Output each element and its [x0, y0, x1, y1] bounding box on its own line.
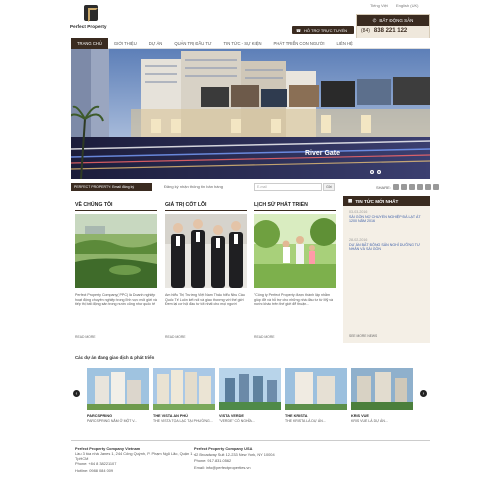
project-desc: "VERDE" CÓ NGHĨA...	[219, 419, 255, 423]
project-name: KRIS VUE	[351, 414, 369, 418]
projects-title: Các dự án đang giao dịch & phát triển	[75, 355, 155, 360]
history-text: "Công ty Perfect Property được thành lập…	[254, 293, 334, 307]
phone-icon: ✆	[372, 17, 377, 23]
divider	[165, 210, 247, 211]
values-text: Am hiểu Thị Trường Việt Nam Thấu hiểu Nh…	[165, 293, 245, 307]
values-image[interactable]	[165, 214, 247, 288]
prev-arrow-icon[interactable]: ‹	[73, 390, 80, 397]
history-title: LỊCH SỬ PHÁT TRIỂN	[254, 202, 308, 208]
banner-pagination	[370, 170, 381, 174]
email-input[interactable]: E-mail	[254, 183, 322, 191]
email-icon[interactable]	[392, 184, 399, 190]
phone-prefix: (84)	[361, 28, 370, 34]
nav-contact[interactable]: LIÊN HỆ	[331, 38, 359, 49]
project-desc: KRIS VUE LÀ DỰ ÁN...	[351, 419, 388, 423]
nav-about[interactable]: GIỚI THIỆU	[108, 38, 143, 49]
project-image[interactable]	[153, 368, 215, 410]
google-plus-icon[interactable]	[416, 184, 423, 190]
news-item[interactable]: 03-03-2016 SÀI GÒN NỢ CHUYỂN NGHIỆP ĐÀ L…	[349, 210, 425, 224]
project-card[interactable]: KRIS VUE KRIS VUE LÀ DỰ ÁN...	[351, 368, 413, 423]
values-title: GIÁ TRỊ CỐT LÕI	[165, 202, 207, 208]
news-icon: ▦	[348, 198, 353, 203]
history-image[interactable]	[254, 214, 336, 288]
facebook-icon[interactable]	[400, 184, 407, 190]
news-title-link[interactable]: SÀI GÒN NỢ CHUYỂN NGHIỆP ĐÀ LẠT ÁT 1200 …	[349, 215, 425, 224]
footer-vietnam: Perfect Property Company Vietnam Lầu 3 t…	[75, 446, 205, 474]
about-readmore-link[interactable]: READ MORE	[75, 335, 96, 339]
project-card[interactable]: THE KRISTA THE KRISTA LÀ DỰ ÁN...	[285, 368, 347, 423]
nav-home[interactable]: TRANG CHỦ	[71, 38, 108, 49]
history-readmore-link[interactable]: READ MORE	[254, 335, 275, 339]
newsletter-bar: PERFECT PROPERTY: Email đăng ký	[71, 183, 152, 191]
contact-phone: (84) 838 221 122	[361, 28, 407, 34]
project-card[interactable]: VISTA VERDE "VERDE" CÓ NGHĨA...	[219, 368, 281, 423]
hero-banner[interactable]	[71, 49, 430, 179]
project-image[interactable]	[219, 368, 281, 410]
project-image[interactable]	[285, 368, 347, 410]
latest-news-panel: ▦ TIN TỨC MỚI NHẤT 03-03-2016 SÀI GÒN NỢ…	[343, 196, 430, 343]
phone-number: 838 221 122	[373, 28, 408, 34]
project-name: PARCSPRING	[87, 414, 113, 418]
latest-news-header: ▦ TIN TỨC MỚI NHẤT	[343, 196, 430, 206]
online-support-button[interactable]: ☎ HỖ TRỢ TRỰC TUYẾN	[292, 26, 354, 34]
footer-company-usa: Perfect Property Company USA	[194, 446, 253, 451]
latest-news-title: TIN TỨC MỚI NHẤT	[355, 198, 399, 204]
share-label: SHARE:	[376, 184, 391, 190]
project-desc: THE KRISTA LÀ DỰ ÁN...	[285, 419, 326, 423]
logo-text: Perfect Property	[70, 24, 107, 29]
news-item[interactable]: 28-02-2016 DỰ ÁN BẤT ĐỘNG SẢN NGHỈ DƯỠNG…	[349, 238, 425, 252]
nav-news[interactable]: TIN TỨC - SỰ KIỆN	[218, 38, 268, 49]
chat-icon: ☎	[296, 27, 301, 33]
project-image[interactable]	[87, 368, 149, 410]
project-name: VISTA VERDE	[219, 414, 244, 418]
see-more-news-link[interactable]: SEE MORE NEWS	[349, 334, 377, 338]
twitter-icon[interactable]	[408, 184, 415, 190]
about-image[interactable]	[75, 214, 157, 288]
banner-dot[interactable]	[370, 170, 374, 174]
send-button[interactable]: Gửi	[323, 183, 335, 191]
nav-people[interactable]: PHÁT TRIỂN CON NGƯỜI	[268, 38, 331, 49]
print-icon[interactable]	[432, 184, 439, 190]
next-arrow-icon[interactable]: ›	[420, 390, 427, 397]
footer-hotline-vn: Hotline: 0988 084 009	[75, 467, 114, 473]
project-desc: PARCSPRING NĂM Ở MỘT V...	[87, 419, 138, 423]
contact-header: ✆ BẤT ĐỘNG SẢN	[357, 15, 429, 26]
divider	[75, 210, 157, 211]
banner-caption: River Gate	[305, 150, 341, 157]
nav-investment[interactable]: QUẢN TRỊ ĐẦU TƯ	[168, 38, 217, 49]
linkedin-icon[interactable]	[424, 184, 431, 190]
share-bar: SHARE:	[376, 184, 439, 190]
main-nav: TRANG CHỦ GIỚI THIỆU DỰ ÁN QUẢN TRỊ ĐẦU …	[71, 38, 430, 49]
news-title-link[interactable]: DỰ ÁN BẤT ĐỘNG SẢN NGHỈ DƯỠNG TƯ NHÂN VÀ…	[349, 243, 425, 252]
divider	[254, 210, 336, 211]
footer-divider	[71, 440, 430, 441]
project-name: THE KRISTA	[285, 414, 308, 418]
project-desc: THE VISTA TỌA LẠC TẠI PHƯỜNG...	[153, 419, 213, 423]
lang-vietnamese-link[interactable]: Tiếng Việt	[370, 3, 388, 8]
project-card[interactable]: PARCSPRING PARCSPRING NĂM Ở MỘT V...	[87, 368, 149, 423]
footer-address-vn: Lầu 3 tòa nhà Janes 1, 244 Cống Quỳnh, P…	[75, 451, 195, 461]
footer-email-usa[interactable]: Email: info@perfectproperties.vn	[194, 465, 324, 471]
support-label: HỖ TRỢ TRỰC TUYẾN	[303, 27, 348, 33]
about-title: VỀ CHÚNG TÔI	[75, 202, 113, 208]
about-text: Perfect Property Company( PPC) là Doanh …	[75, 293, 157, 307]
nav-projects[interactable]: DỰ ÁN	[143, 38, 169, 49]
newsletter-label: Đăng ký nhận thông tin bản hàng	[164, 184, 223, 189]
values-readmore-link[interactable]: READ MORE	[165, 335, 186, 339]
contact-title: BẤT ĐỘNG SẢN	[379, 18, 414, 23]
footer-usa: Perfect Property Company USA 42 Broadway…	[194, 446, 324, 471]
project-image[interactable]	[351, 368, 413, 410]
brand-logo[interactable]	[84, 5, 98, 22]
lang-english-link[interactable]: English (UK)	[396, 3, 418, 8]
banner-dot[interactable]	[377, 170, 381, 174]
project-card[interactable]: THE VISTA AN PHÚ THE VISTA TỌA LẠC TẠI P…	[153, 368, 215, 423]
project-name: THE VISTA AN PHÚ	[153, 414, 188, 418]
